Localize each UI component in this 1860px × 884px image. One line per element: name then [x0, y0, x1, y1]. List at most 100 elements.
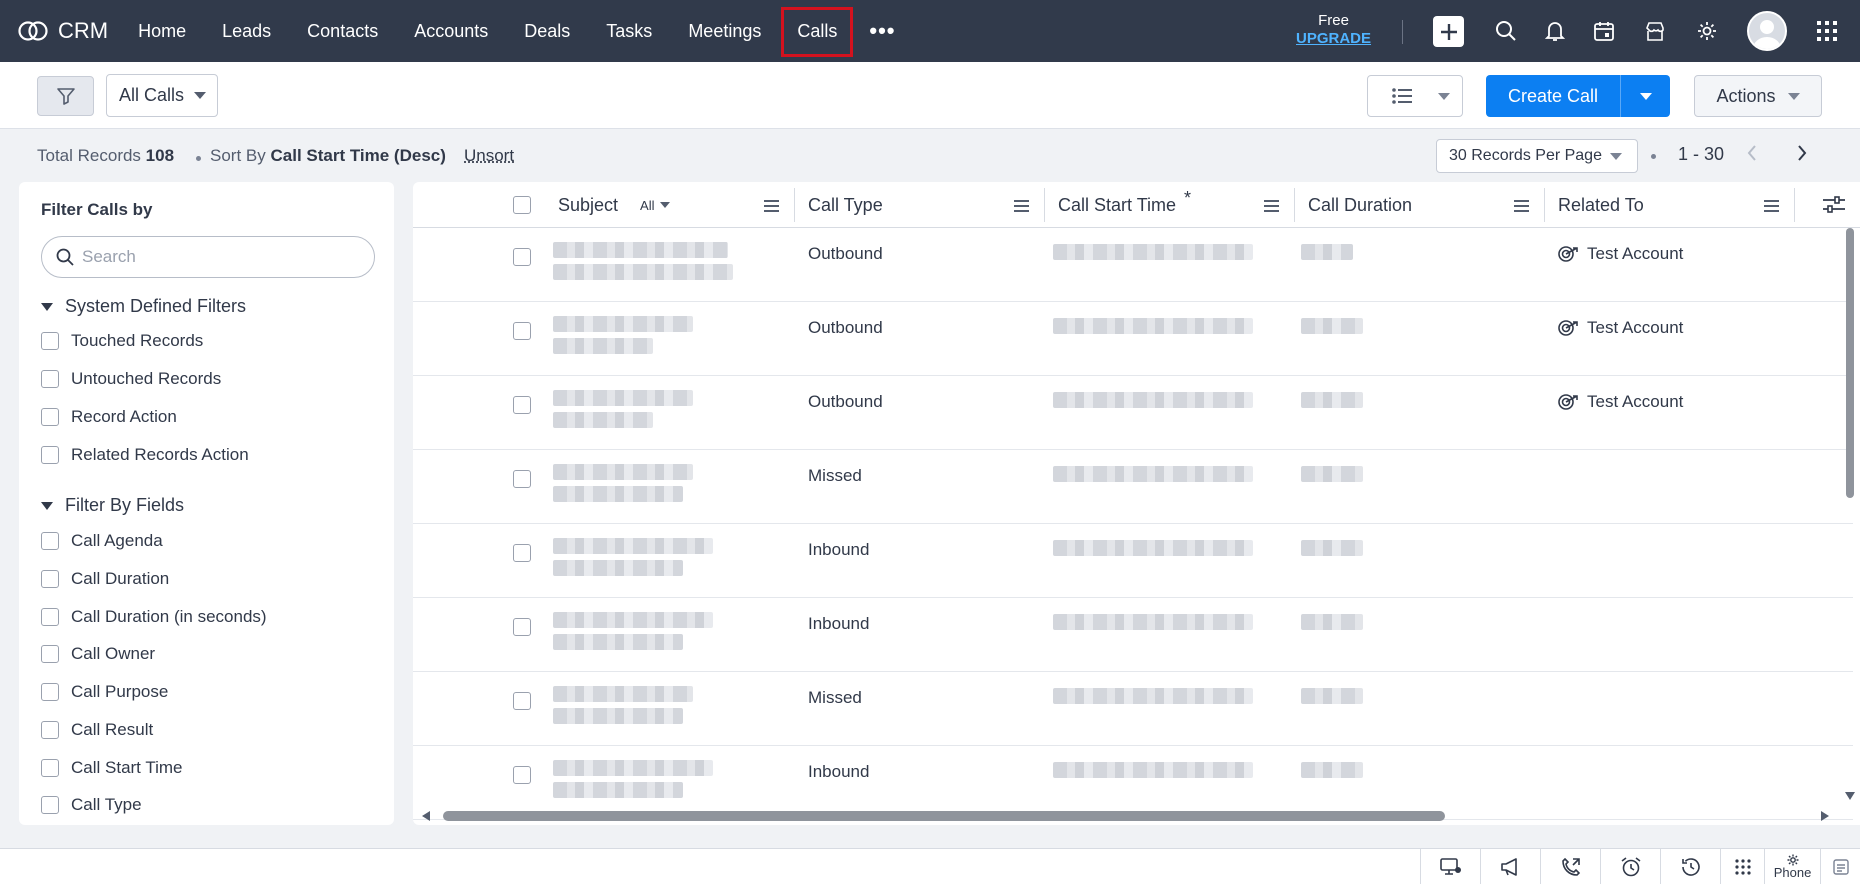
filter-related-records-action[interactable]: Related Records Action — [41, 443, 249, 467]
column-header-call-type[interactable]: Call Type — [808, 182, 883, 228]
prev-page-button[interactable] — [1746, 144, 1758, 166]
column-header-call-start-time[interactable]: Call Start Time * — [1058, 182, 1191, 228]
filter-call-agenda[interactable]: Call Agenda — [41, 529, 163, 553]
more-tabs-icon[interactable]: ••• — [855, 18, 909, 44]
view-mode-select[interactable] — [1367, 75, 1463, 117]
table-row[interactable]: Outbound Test Account — [413, 376, 1853, 450]
calendar-button[interactable] — [1589, 16, 1619, 46]
row-checkbox[interactable] — [513, 766, 531, 784]
next-page-button[interactable] — [1796, 144, 1808, 166]
custom-view-select[interactable]: All Calls — [106, 74, 218, 117]
marketplace-button[interactable] — [1640, 16, 1670, 46]
related-to-name[interactable]: Test Account — [1587, 392, 1683, 412]
filter-toggle-button[interactable] — [37, 76, 94, 116]
phone-button[interactable]: Phone — [1764, 849, 1820, 884]
create-call-button[interactable]: Create Call — [1486, 75, 1620, 117]
related-to-cell[interactable]: Test Account — [1557, 392, 1683, 412]
nav-tab-calls[interactable]: Calls — [779, 0, 855, 62]
checkbox[interactable] — [41, 721, 59, 739]
column-menu-icon[interactable] — [1264, 200, 1279, 212]
chat-button[interactable] — [1420, 849, 1480, 884]
nav-tab-leads[interactable]: Leads — [204, 0, 289, 62]
brand[interactable]: CRM — [18, 18, 108, 44]
notes-button[interactable] — [1820, 849, 1860, 884]
create-call-dropdown-button[interactable] — [1620, 75, 1670, 117]
filter-call-owner[interactable]: Call Owner — [41, 642, 155, 666]
related-to-name[interactable]: Test Account — [1587, 244, 1683, 264]
nav-tab-meetings[interactable]: Meetings — [670, 0, 779, 62]
filter-untouched-records[interactable]: Untouched Records — [41, 367, 221, 391]
upgrade-link[interactable]: UPGRADE — [1296, 30, 1371, 48]
quick-create-button[interactable] — [1433, 16, 1464, 47]
row-checkbox[interactable] — [513, 618, 531, 636]
subject-filter-select[interactable]: All — [640, 198, 654, 213]
row-checkbox[interactable] — [513, 322, 531, 340]
unsort-link[interactable]: Unsort — [464, 146, 514, 166]
table-row[interactable]: Missed — [413, 450, 1853, 524]
checkbox[interactable] — [41, 683, 59, 701]
scroll-right-arrow[interactable] — [1820, 809, 1830, 825]
filter-call-duration[interactable]: Call Duration — [41, 567, 169, 591]
nav-tab-accounts[interactable]: Accounts — [396, 0, 506, 62]
column-menu-icon[interactable] — [1764, 200, 1779, 212]
column-menu-icon[interactable] — [764, 200, 779, 212]
row-checkbox[interactable] — [513, 692, 531, 710]
notifications-button[interactable] — [1540, 16, 1570, 46]
column-menu-icon[interactable] — [1514, 200, 1529, 212]
column-header-related-to[interactable]: Related To — [1558, 182, 1644, 228]
row-checkbox[interactable] — [513, 544, 531, 562]
row-checkbox[interactable] — [513, 396, 531, 414]
reminders-button[interactable] — [1600, 849, 1660, 884]
checkbox[interactable] — [41, 532, 59, 550]
scroll-down-arrow[interactable] — [1844, 788, 1856, 806]
actions-button[interactable]: Actions — [1694, 75, 1822, 117]
filter-search-input[interactable] — [82, 247, 342, 267]
row-checkbox[interactable] — [513, 248, 531, 266]
column-header-subject[interactable]: Subject All — [558, 182, 670, 228]
system-filters-toggle[interactable]: System Defined Filters — [41, 296, 246, 317]
search-button[interactable] — [1491, 16, 1521, 46]
scroll-left-arrow[interactable] — [421, 809, 431, 825]
apps-button[interactable] — [1720, 849, 1764, 884]
select-all-checkbox[interactable] — [513, 196, 531, 214]
settings-button[interactable] — [1692, 16, 1722, 46]
table-row[interactable]: Inbound — [413, 598, 1853, 672]
filter-call-start-time[interactable]: Call Start Time — [41, 756, 182, 780]
vertical-scrollbar[interactable] — [1846, 228, 1854, 498]
announcements-button[interactable] — [1480, 849, 1540, 884]
records-per-page-select[interactable]: 30 Records Per Page — [1436, 139, 1638, 173]
nav-tab-deals[interactable]: Deals — [506, 0, 588, 62]
manage-columns-button[interactable] — [1823, 196, 1845, 219]
nav-tab-contacts[interactable]: Contacts — [289, 0, 396, 62]
checkbox[interactable] — [41, 408, 59, 426]
row-checkbox[interactable] — [513, 470, 531, 488]
filter-call-purpose[interactable]: Call Purpose — [41, 680, 168, 704]
checkbox[interactable] — [41, 608, 59, 626]
table-row[interactable]: Outbound Test Account — [413, 228, 1853, 302]
table-row[interactable]: Inbound — [413, 524, 1853, 598]
filter-call-duration-seconds[interactable]: Call Duration (in seconds) — [41, 605, 267, 629]
column-menu-icon[interactable] — [1014, 200, 1029, 212]
nav-tab-home[interactable]: Home — [120, 0, 204, 62]
checkbox[interactable] — [41, 446, 59, 464]
filter-call-result[interactable]: Call Result — [41, 718, 153, 742]
related-to-name[interactable]: Test Account — [1587, 318, 1683, 338]
table-row[interactable]: Inbound — [413, 746, 1853, 820]
checkbox[interactable] — [41, 796, 59, 814]
related-to-cell[interactable]: Test Account — [1557, 318, 1683, 338]
checkbox[interactable] — [41, 645, 59, 663]
checkbox[interactable] — [41, 370, 59, 388]
apps-launcher-button[interactable] — [1812, 16, 1842, 46]
recent-items-button[interactable] — [1660, 849, 1720, 884]
filter-touched-records[interactable]: Touched Records — [41, 329, 203, 353]
nav-tab-tasks[interactable]: Tasks — [588, 0, 670, 62]
filter-record-action[interactable]: Record Action — [41, 405, 177, 429]
user-avatar[interactable] — [1747, 11, 1787, 51]
horizontal-scrollbar[interactable] — [443, 811, 1445, 821]
call-log-button[interactable] — [1540, 849, 1600, 884]
upgrade-box[interactable]: Free UPGRADE — [1296, 12, 1371, 48]
table-row[interactable]: Outbound Test Account — [413, 302, 1853, 376]
related-to-cell[interactable]: Test Account — [1557, 244, 1683, 264]
table-row[interactable]: Missed — [413, 672, 1853, 746]
filter-call-type[interactable]: Call Type — [41, 793, 142, 817]
